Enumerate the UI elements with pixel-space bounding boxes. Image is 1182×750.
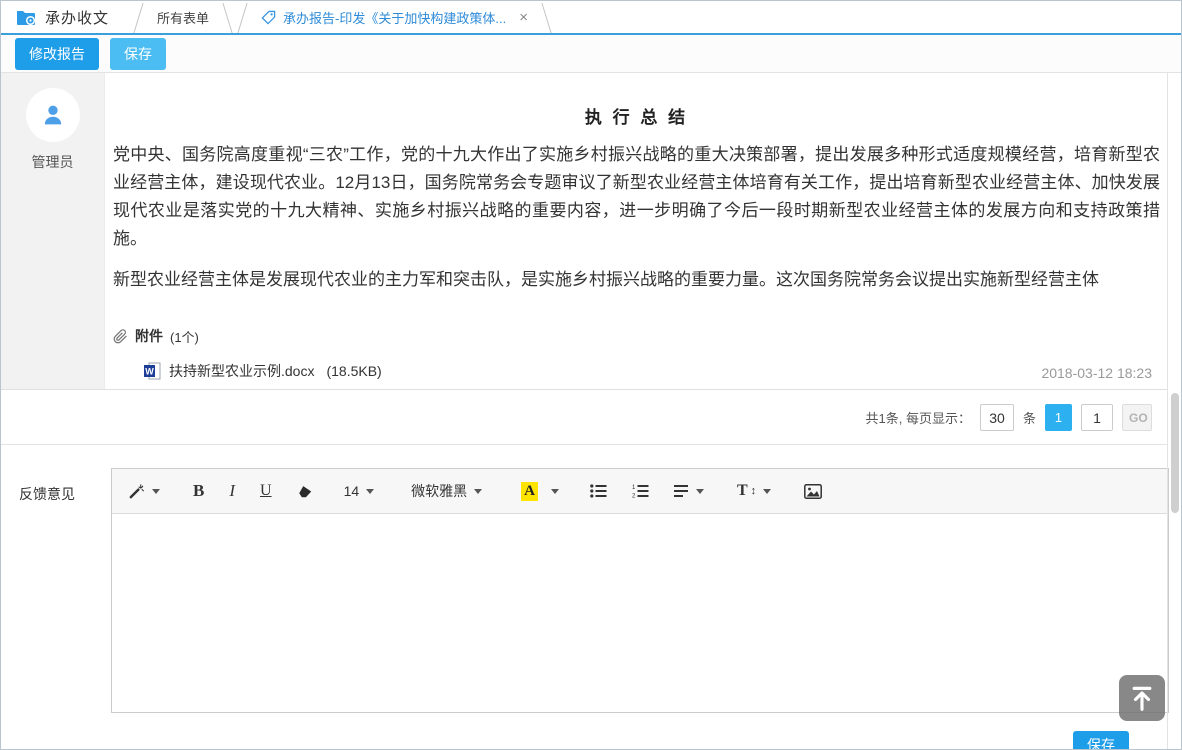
folder-icon <box>16 8 36 26</box>
tab-all-forms[interactable]: 所有表单 <box>131 1 235 33</box>
feedback-text-area[interactable] <box>112 514 1168 712</box>
line-height-dropdown[interactable]: T ↕ <box>737 482 771 500</box>
ordered-list-button[interactable]: 1 2 <box>632 484 649 498</box>
chevron-down-icon <box>474 489 482 494</box>
image-icon <box>804 484 822 499</box>
chevron-down-icon <box>696 489 704 494</box>
save-button-top[interactable]: 保存 <box>110 38 166 70</box>
attachment-file-size: (18.5KB) <box>326 363 381 379</box>
report-region: 管理员 执 行 总 结 党中央、国务院高度重视“三农”工作，党的十九大作出了实施… <box>1 73 1168 390</box>
bold-glyph: B <box>193 481 204 501</box>
report-document: 执 行 总 结 党中央、国务院高度重视“三农”工作，党的十九大作出了实施乡村振兴… <box>104 73 1168 389</box>
rich-text-editor: B I U 14 微软雅黑 <box>111 468 1169 713</box>
format-brush-icon <box>128 483 145 500</box>
chevron-down-icon <box>763 489 771 494</box>
pagination-unit: 条 <box>1023 408 1036 427</box>
eraser-button[interactable] <box>297 484 313 499</box>
align-dropdown[interactable] <box>674 484 704 498</box>
person-icon <box>39 101 67 129</box>
page-button-1[interactable]: 1 <box>1045 404 1072 431</box>
font-size-dropdown[interactable]: 14 <box>344 483 375 499</box>
svg-text:W: W <box>145 366 154 376</box>
word-doc-icon: W <box>143 362 161 380</box>
module-title: 承办收文 <box>45 7 109 28</box>
font-family-value: 微软雅黑 <box>411 481 467 501</box>
author-sidebar: 管理员 <box>1 73 104 389</box>
page-size-input[interactable] <box>980 404 1014 431</box>
app-brand: 承办收文 <box>1 1 131 33</box>
back-to-top-button[interactable] <box>1119 675 1165 721</box>
modify-report-button[interactable]: 修改报告 <box>15 38 99 70</box>
report-title: 执 行 总 结 <box>113 103 1160 128</box>
chevron-down-icon <box>551 489 559 494</box>
action-bar: 修改报告 保存 <box>1 35 1181 73</box>
chevron-down-icon <box>152 489 160 494</box>
tab-label: 承办报告-印发《关于加快构建政策体... <box>283 8 506 27</box>
svg-text:1: 1 <box>632 485 636 491</box>
font-color-button[interactable]: A <box>521 482 559 501</box>
insert-image-button[interactable] <box>804 484 822 499</box>
save-button-bottom[interactable]: 保存 <box>1073 731 1129 750</box>
unordered-list-icon <box>590 484 607 498</box>
attachment-file-name: 扶持新型农业示例.docx <box>169 361 314 381</box>
report-paragraph: 新型农业经营主体是发展现代农业的主力军和突击队，是实施乡村振兴战略的重要力量。这… <box>113 266 1160 294</box>
underline-button[interactable]: U <box>260 482 272 500</box>
ordered-list-icon: 1 2 <box>632 484 649 498</box>
report-paragraph: 党中央、国务院高度重视“三农”工作，党的十九大作出了实施乡村振兴战略的重大决策部… <box>113 141 1160 253</box>
arrow-up-to-line-icon <box>1127 683 1157 713</box>
go-button[interactable]: GO <box>1122 404 1152 431</box>
font-family-dropdown[interactable]: 微软雅黑 <box>411 481 482 501</box>
chevron-down-icon <box>366 489 374 494</box>
format-brush-button[interactable] <box>128 483 160 500</box>
svg-text:2: 2 <box>632 494 636 499</box>
attachments-header: 附件 (1个) <box>113 326 1160 346</box>
italic-button[interactable]: I <box>229 481 235 501</box>
font-size-value: 14 <box>344 483 360 499</box>
tab-report-active[interactable]: 承办报告-印发《关于加快构建政策体... × <box>235 1 554 33</box>
up-down-arrow-icon: ↕ <box>751 485 757 497</box>
feedback-section: 反馈意见 B I U <box>1 446 1168 749</box>
report-timestamp: 2018-03-12 18:23 <box>1041 365 1152 381</box>
content-right-border <box>1167 73 1168 749</box>
attachments-count: (1个) <box>170 327 199 346</box>
editor-toolbar: B I U 14 微软雅黑 <box>112 469 1168 514</box>
underline-glyph: U <box>260 482 272 500</box>
attachment-item[interactable]: W 扶持新型农业示例.docx (18.5KB) <box>143 361 1160 381</box>
top-tab-bar: 承办收文 所有表单 承办报告-印发《关于加快构建政策体... × <box>1 1 1181 35</box>
goto-page-input[interactable] <box>1081 404 1113 431</box>
pagination-summary: 共1条, 每页显示： <box>866 408 971 427</box>
tab-label: 所有表单 <box>157 8 209 27</box>
eraser-icon <box>297 484 313 499</box>
bold-button[interactable]: B <box>193 481 204 501</box>
line-height-glyph: T <box>737 482 748 500</box>
italic-glyph: I <box>229 481 235 501</box>
attachments-label: 附件 <box>135 326 163 346</box>
close-icon[interactable]: × <box>519 10 528 25</box>
unordered-list-button[interactable] <box>590 484 607 498</box>
pagination-bar: 共1条, 每页显示： 条 1 GO <box>1 391 1168 445</box>
vertical-scrollbar-thumb[interactable] <box>1171 393 1179 513</box>
feedback-label: 反馈意见 <box>19 484 75 504</box>
avatar[interactable] <box>26 88 80 142</box>
font-color-glyph: A <box>521 482 538 501</box>
align-icon <box>674 484 689 498</box>
app-window: 承办收文 所有表单 承办报告-印发《关于加快构建政策体... × 修改报告 保存 <box>0 0 1182 750</box>
paperclip-icon <box>113 329 128 344</box>
user-name: 管理员 <box>32 152 74 172</box>
tag-icon <box>261 10 276 25</box>
